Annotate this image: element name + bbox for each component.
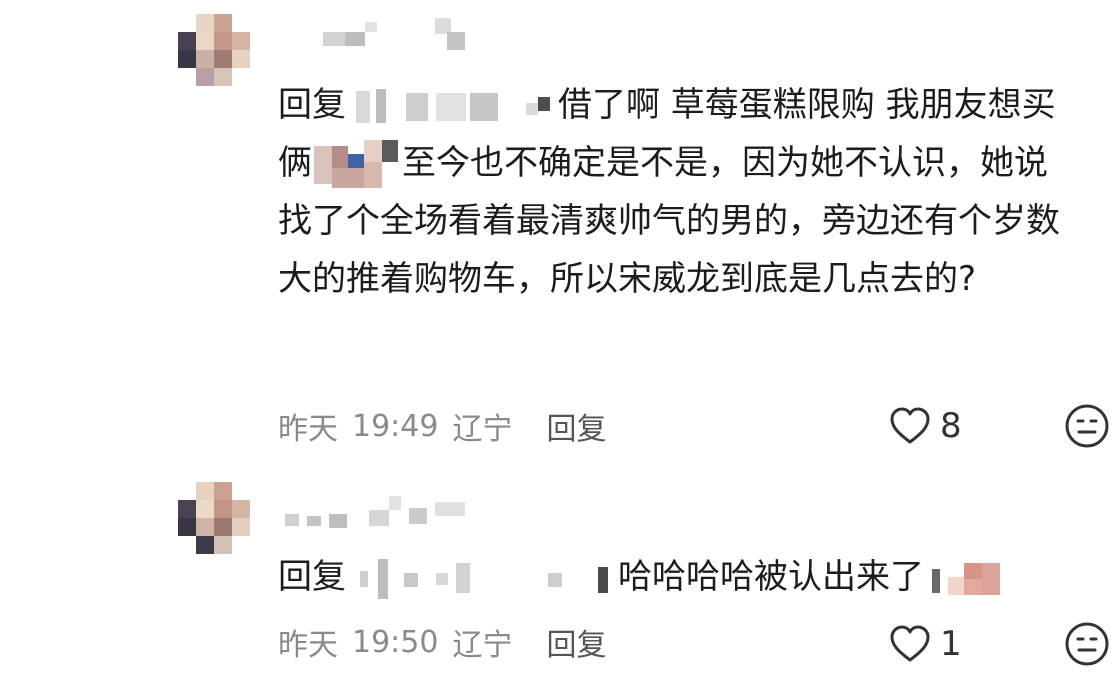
like-button[interactable]: 1	[888, 624, 980, 664]
emoji-icon[interactable]	[1064, 403, 1110, 449]
comment-text: 回复 借了啊 草莓蛋糕限购 我朋友想买俩 至今也不确定是不是，因为她不认识，她说…	[278, 76, 1078, 308]
avatar[interactable]	[178, 14, 250, 86]
like-button[interactable]: 8	[888, 406, 980, 446]
comment-date: 昨天	[278, 628, 338, 663]
like-count: 8	[940, 406, 962, 446]
reply-label: 回复	[278, 85, 346, 125]
mention-blurred[interactable]	[352, 87, 552, 127]
comment-item: 回复 哈哈哈哈被认出来了 昨天 19:50 辽宁 回复 1	[0, 470, 1120, 678]
mention-blurred[interactable]	[352, 558, 612, 599]
username-blurred[interactable]	[285, 18, 485, 58]
comment-date: 昨天	[278, 412, 338, 447]
comment-meta: 昨天 19:50 辽宁 回复	[278, 620, 606, 664]
comment-time: 19:50	[352, 624, 439, 660]
like-count: 1	[940, 624, 962, 664]
reply-button[interactable]: 回复	[546, 620, 606, 664]
heart-outline-icon	[890, 625, 930, 662]
inline-image-blurred	[926, 559, 1006, 599]
comment-actions: 8	[888, 402, 1110, 450]
comment-time: 19:49	[352, 408, 439, 444]
reply-label: 回复	[278, 557, 346, 597]
inline-image-blurred	[314, 139, 400, 190]
comment-text-content: 哈哈哈哈被认出来了	[618, 557, 924, 597]
comment-item: 回复 借了啊 草莓蛋糕限购 我朋友想买俩 至今也不确定是不是，因为她不认识，她说…	[0, 0, 1120, 470]
comment-actions: 1	[888, 620, 1110, 668]
comment-location: 辽宁	[452, 412, 513, 447]
comment-location: 辽宁	[452, 628, 513, 663]
comment-text: 回复 哈哈哈哈被认出来了	[278, 548, 1078, 606]
emoji-icon[interactable]	[1064, 621, 1110, 667]
username-blurred[interactable]	[285, 492, 485, 532]
avatar[interactable]	[178, 482, 250, 554]
reply-button[interactable]: 回复	[546, 404, 606, 448]
comment-meta: 昨天 19:49 辽宁 回复	[278, 404, 606, 448]
heart-outline-icon	[890, 407, 930, 444]
